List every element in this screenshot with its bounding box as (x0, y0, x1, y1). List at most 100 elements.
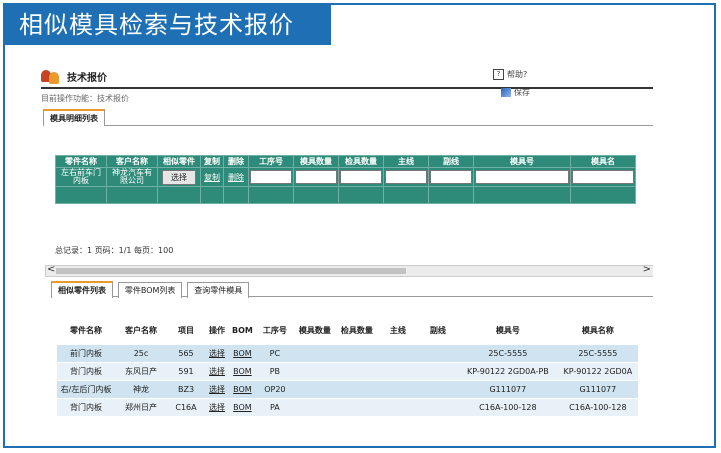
cell-customer-name: 神龙汽车有限公司 (106, 167, 158, 187)
bom-link[interactable]: BOM (233, 403, 252, 412)
col-bom: BOM (229, 315, 256, 345)
col-main-line: 主线 (383, 155, 429, 168)
mold-no-input[interactable] (475, 170, 569, 184)
cell-bom: BOM (229, 398, 256, 417)
bom-link[interactable]: BOM (233, 385, 252, 394)
cell-main-line (377, 345, 418, 363)
cell-mold-no: C16A-100-128 (457, 398, 558, 417)
tab-part-bom-list[interactable]: 零件BOM列表 (117, 282, 183, 298)
help-label: 帮助? (507, 70, 528, 79)
col-customer-name: 客户名称 (106, 155, 158, 168)
tab-mold-detail-list[interactable]: 模具明细列表 (43, 109, 105, 126)
cell-mold-no: G111077 (457, 380, 558, 399)
col-copy: 复制 (200, 155, 224, 168)
cell-customer-name: 神龙 (115, 380, 167, 399)
col-part-name: 零件名称 (57, 315, 115, 345)
cell-part-name: 前门内板 (57, 345, 115, 363)
cell-customer-name: 25c (115, 345, 167, 363)
select-link[interactable]: 选择 (209, 385, 225, 394)
mold-qty-input[interactable] (295, 170, 337, 184)
table-header-row: 零件名称 客户名称 相似零件 复制 删除 工序号 模具数量 检具数量 主线 副线… (55, 155, 636, 168)
cell-project: 591 (167, 362, 205, 381)
cell-main-line (377, 362, 418, 381)
col-project: 项目 (167, 315, 205, 345)
select-link[interactable]: 选择 (209, 349, 225, 358)
cell-part-name: 背门内板 (57, 398, 115, 417)
cell-bom: BOM (229, 362, 256, 381)
horizontal-scrollbar[interactable]: < > (45, 264, 653, 277)
cell-part-name: 右/左后门内板 (57, 380, 115, 399)
cell-mold-no: 25C-5555 (457, 345, 558, 363)
table-row: 前门内板 25c 565 选择 BOM PC 25C-5555 25C-5555 (57, 345, 638, 363)
bom-link[interactable]: BOM (233, 367, 252, 376)
table-row: 右/左后门内板 神龙 BZ3 选择 BOM OP20 G111077 G1110… (57, 380, 638, 399)
cell-process-no: OP20 (255, 380, 294, 399)
tab-query-part-molds[interactable]: 查询零件模具 (187, 282, 250, 298)
cell-mold-qty (293, 398, 336, 417)
help-button[interactable]: ? 帮助? (493, 69, 527, 80)
cell-select: 选择 (205, 398, 229, 417)
cell-part-name: 左右前车门内板 (55, 167, 107, 187)
sub-line-input[interactable] (430, 170, 472, 184)
scroll-left-icon[interactable]: < (47, 264, 55, 275)
cell-mold-name: C16A-100-128 (557, 398, 638, 417)
scrollbar-thumb[interactable] (56, 268, 406, 274)
select-link[interactable]: 选择 (209, 367, 225, 376)
banner-title: 相似模具检索与技术报价 (5, 5, 331, 45)
copy-link[interactable]: 复制 (204, 173, 220, 182)
table-empty-row (55, 186, 636, 204)
cell-select: 选择 (157, 167, 201, 187)
cell-select: 选择 (205, 362, 229, 381)
cell-process-no: PA (255, 398, 294, 417)
cell-project: BZ3 (167, 380, 205, 399)
cell-mold-no (473, 167, 571, 187)
cell-customer-name: 东风日产 (115, 362, 167, 381)
cell-process-no: PC (255, 345, 294, 363)
bom-link[interactable]: BOM (233, 349, 252, 358)
col-operation: 操作 (205, 315, 229, 345)
col-gauge-qty: 检具数量 (335, 315, 378, 345)
mold-detail-table: 零件名称 客户名称 相似零件 复制 删除 工序号 模具数量 检具数量 主线 副线… (55, 155, 636, 204)
col-customer-name: 客户名称 (115, 315, 167, 345)
cell-sub-line (428, 167, 474, 187)
scroll-right-icon[interactable]: > (643, 264, 651, 275)
mold-name-input[interactable] (572, 170, 634, 184)
process-no-input[interactable] (250, 170, 292, 184)
tabbar-mold-detail: 模具明细列表 (43, 109, 653, 126)
delete-link[interactable]: 删除 (228, 173, 244, 182)
cell-part-name: 背门内板 (57, 362, 115, 381)
cell-mold-name (570, 167, 636, 187)
app-title: 技术报价 (41, 67, 107, 85)
table-row: 背门内板 东风日产 591 选择 BOM PB KP-90122 2GD0A-P… (57, 362, 638, 381)
tab-similar-parts-list[interactable]: 相似零件列表 (51, 281, 113, 298)
select-button[interactable]: 选择 (162, 169, 196, 185)
col-sub-line: 副线 (417, 315, 458, 345)
users-icon (41, 68, 61, 84)
select-link[interactable]: 选择 (209, 403, 225, 412)
cell-sub-line (417, 380, 458, 399)
col-process-no: 工序号 (255, 315, 294, 345)
gauge-qty-input[interactable] (340, 170, 382, 184)
col-mold-name: 模具名 (570, 155, 636, 168)
cell-customer-name: 郑州日产 (115, 398, 167, 417)
cell-sub-line (417, 362, 458, 381)
col-delete: 删除 (223, 155, 249, 168)
tabbar-similar: 相似零件列表 零件BOM列表 查询零件模具 (51, 281, 653, 298)
breadcrumb: 目前操作功能：技术报价 (41, 94, 129, 103)
cell-gauge-qty (338, 167, 384, 187)
save-button[interactable]: 保存 (501, 87, 530, 98)
help-icon: ? (493, 69, 504, 80)
cell-sub-line (417, 398, 458, 417)
cell-delete: 删除 (223, 167, 249, 187)
table-row: 左右前车门内板 神龙汽车有限公司 选择 复制 删除 (55, 167, 636, 187)
app-title-label: 技术报价 (67, 72, 107, 84)
main-line-input[interactable] (385, 170, 427, 184)
col-gauge-qty: 检具数量 (338, 155, 384, 168)
cell-mold-no: KP-90122 2GD0A-PB (457, 362, 558, 381)
cell-select: 选择 (205, 345, 229, 363)
col-sub-line: 副线 (428, 155, 474, 168)
cell-project: 565 (167, 345, 205, 363)
cell-mold-qty (293, 362, 336, 381)
save-label: 保存 (514, 88, 530, 97)
cell-mold-name: 25C-5555 (557, 345, 638, 363)
